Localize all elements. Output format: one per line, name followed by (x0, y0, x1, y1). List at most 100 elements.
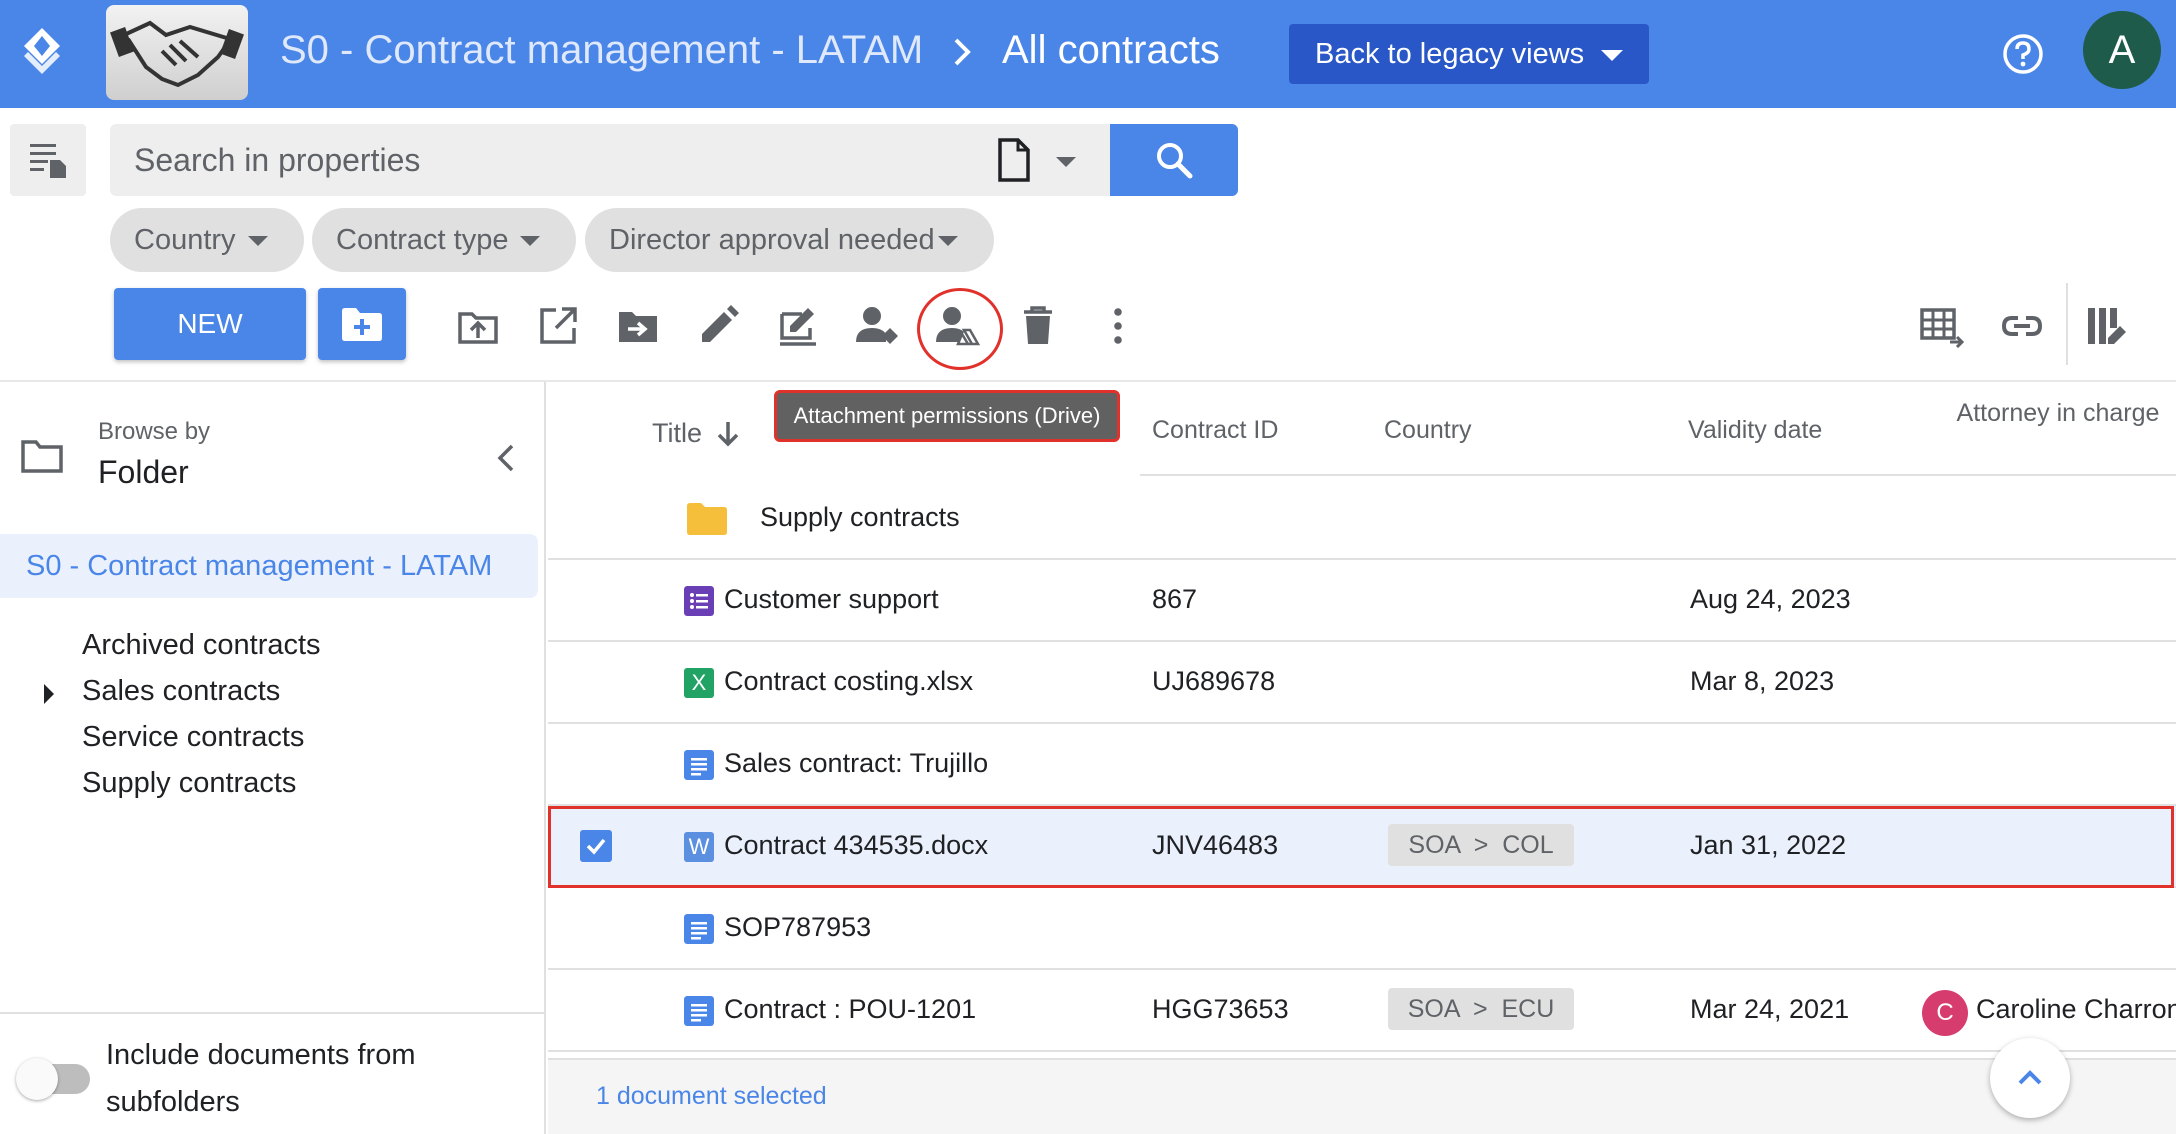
sign-button[interactable] (774, 302, 822, 350)
filter-label: Contract type (336, 223, 509, 256)
copy-link-button[interactable] (1998, 302, 2046, 350)
new-folder-icon (342, 308, 382, 341)
row-title[interactable]: Contract : POU-1201 (724, 994, 976, 1025)
row-validity-date: Aug 24, 2023 (1690, 584, 1851, 614)
tree-item-sales-contracts[interactable]: Sales contracts (82, 675, 280, 708)
google-forms-icon (684, 586, 714, 616)
row-title[interactable]: Supply contracts (760, 502, 960, 533)
folder-icon (21, 440, 63, 473)
filter-director-approval-chip[interactable]: Director approval needed (585, 208, 994, 272)
upload-folder-icon (458, 312, 498, 344)
toolbar-divider (2066, 283, 2068, 365)
table-row[interactable]: Supply contracts (548, 478, 2176, 560)
selection-status: 1 document selected (596, 1082, 827, 1110)
row-validity-date: Mar 24, 2021 (1690, 994, 1850, 1024)
breadcrumb-root[interactable]: S0 - Contract management - LATAM (280, 28, 923, 73)
row-country-chip: SOA > COL (1388, 824, 1574, 866)
chevron-right-icon (954, 38, 971, 66)
search-button[interactable] (1110, 124, 1238, 196)
legacy-button-label: Back to legacy views (1315, 37, 1585, 70)
signature-icon (780, 308, 816, 346)
tree-item-archived-contracts[interactable]: Archived contracts (82, 629, 321, 662)
filter-label: Country (134, 223, 236, 256)
toggle-knob[interactable] (16, 1058, 58, 1100)
chevron-left-icon[interactable] (492, 442, 520, 474)
open-in-new-button[interactable] (534, 302, 582, 350)
row-title[interactable]: SOP787953 (724, 912, 871, 943)
table-row[interactable]: SOP787953 (548, 888, 2176, 970)
link-icon (2001, 316, 2043, 336)
toggle-panel-button[interactable] (10, 124, 86, 196)
edit-button[interactable] (694, 302, 742, 350)
more-options-button[interactable] (1094, 302, 1142, 350)
permissions-button[interactable] (854, 302, 902, 350)
attorney-name: Caroline Charron (1976, 994, 2176, 1024)
column-header-title[interactable]: Title (652, 418, 702, 449)
attachment-permissions-highlight (917, 288, 1003, 370)
tree-item-service-contracts[interactable]: Service contracts (82, 721, 304, 754)
table-row-selected[interactable]: W Contract 434535.docx JNV46483 SOA > CO… (548, 806, 2176, 888)
row-contract-id: UJ689678 (1152, 666, 1276, 696)
filter-contract-type-chip[interactable]: Contract type (312, 208, 576, 272)
tree-root-folder[interactable]: S0 - Contract management - LATAM (0, 534, 538, 598)
delete-icon (1024, 306, 1052, 344)
table-row[interactable]: Sales contract: Trujillo (548, 724, 2176, 806)
table-row[interactable]: Customer support 867 Aug 24, 2023 (548, 560, 2176, 642)
column-settings-button[interactable] (2082, 302, 2130, 350)
checkmark-icon (586, 838, 606, 855)
chevron-up-icon (2018, 1070, 2042, 1085)
table-row[interactable]: Contract : POU-1201 HGG73653 SOA > ECU M… (548, 970, 2176, 1052)
column-header-validity-date[interactable]: Validity date (1688, 416, 1822, 445)
upload-button[interactable] (454, 302, 502, 350)
tree-item-supply-contracts[interactable]: Supply contracts (82, 767, 296, 800)
caret-down-icon (248, 236, 268, 246)
row-title[interactable]: Sales contract: Trujillo (724, 748, 988, 779)
app-logo-icon[interactable] (18, 26, 66, 82)
row-contract-id: 867 (1152, 584, 1198, 614)
folder-icon (687, 503, 727, 535)
new-folder-button[interactable] (318, 288, 406, 360)
arrow-down-icon[interactable] (714, 418, 742, 450)
row-title[interactable]: Customer support (724, 584, 939, 615)
search-input[interactable] (134, 138, 954, 182)
filter-label: Director approval needed (609, 223, 935, 256)
help-icon[interactable] (2002, 33, 2044, 75)
column-header-attorney[interactable]: Attorney in charge (1948, 398, 2168, 428)
move-to-folder-button[interactable] (614, 302, 662, 350)
google-docs-icon (684, 750, 714, 780)
scroll-to-top-button[interactable] (1990, 1038, 2070, 1118)
permissions-icon (856, 307, 898, 344)
caret-down-icon (1601, 50, 1623, 61)
user-avatar[interactable]: A (2083, 11, 2161, 89)
expand-arrow-icon[interactable] (44, 684, 54, 704)
caret-down-icon[interactable] (1056, 157, 1076, 167)
browse-by-label: Browse by (98, 418, 211, 445)
table-export-button[interactable] (1918, 302, 1966, 350)
document-type-icon[interactable] (994, 138, 1034, 182)
browse-by-value[interactable]: Folder (98, 454, 189, 491)
column-header-country[interactable]: Country (1384, 416, 1472, 445)
sidebar-divider (0, 1012, 544, 1014)
table-row[interactable]: X Contract costing.xlsx UJ689678 Mar 8, … (548, 642, 2176, 724)
folder-sidebar: Browse by Folder S0 - Contract managemen… (0, 382, 546, 1134)
row-title[interactable]: Contract costing.xlsx (724, 666, 973, 697)
filter-country-chip[interactable]: Country (110, 208, 304, 272)
attorney-avatar: C (1922, 990, 1968, 1036)
back-to-legacy-views-button[interactable]: Back to legacy views (1289, 24, 1649, 84)
search-box (110, 124, 1110, 196)
word-file-icon: W (684, 832, 714, 862)
search-icon (1157, 143, 1193, 179)
column-header-contract-id[interactable]: Contract ID (1152, 416, 1278, 445)
move-to-folder-icon (619, 312, 657, 342)
row-validity-date: Mar 8, 2023 (1690, 666, 1835, 696)
handshake-icon (110, 20, 244, 88)
handshake-logo-image (106, 5, 248, 100)
new-button[interactable]: NEW (114, 288, 306, 360)
row-checkbox[interactable] (580, 830, 612, 862)
include-subfolders-label: Include documents from subfolders (106, 1039, 416, 1118)
more-vert-icon (1114, 308, 1122, 344)
delete-button[interactable] (1014, 302, 1062, 350)
tooltip: Attachment permissions (Drive) (774, 390, 1120, 442)
row-validity-date: Jan 31, 2022 (1690, 830, 1847, 860)
row-title[interactable]: Contract 434535.docx (724, 830, 988, 861)
